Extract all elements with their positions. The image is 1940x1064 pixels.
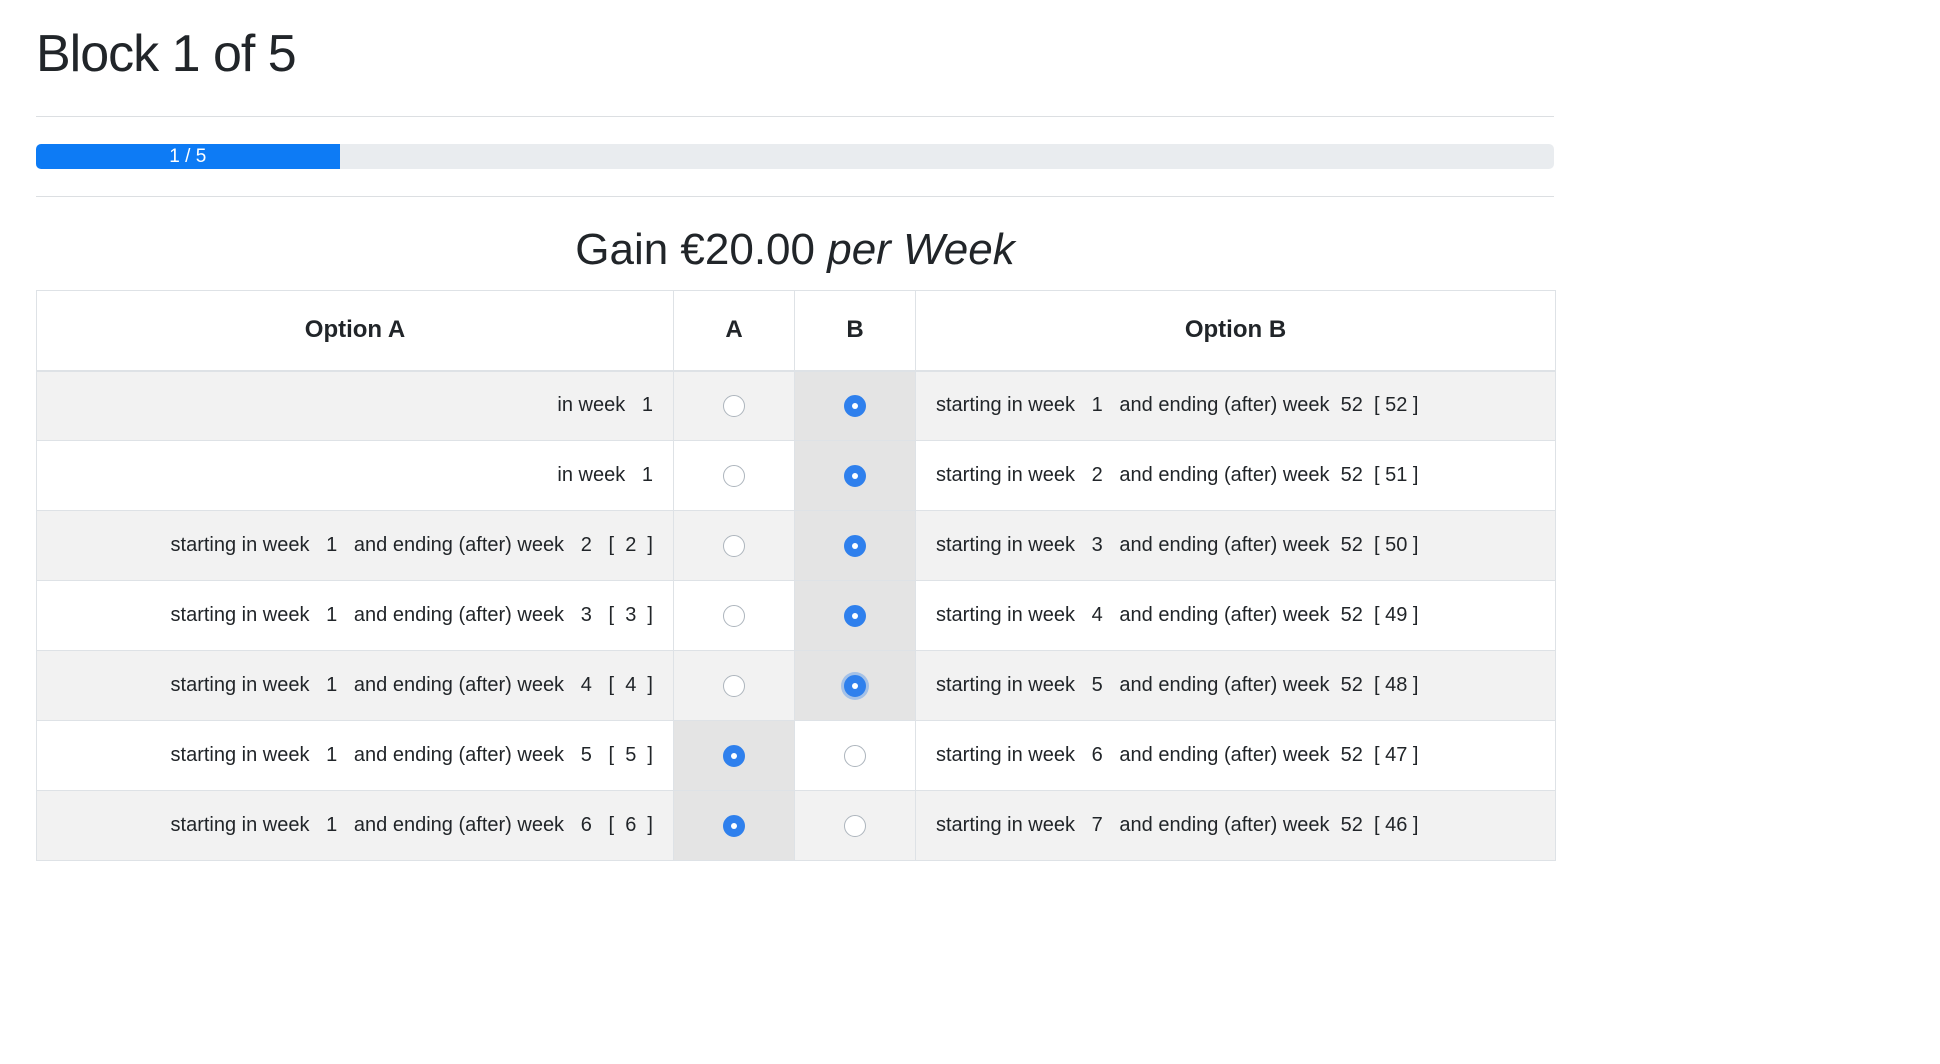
radio-a[interactable] (723, 464, 745, 487)
choice-cell-a[interactable] (673, 790, 795, 861)
option-b-text: starting in week 7 and ending (after) we… (915, 790, 1556, 861)
page-title: Block 1 of 5 (36, 25, 297, 83)
choice-cell-a[interactable] (673, 580, 795, 651)
radio-b[interactable] (844, 394, 866, 417)
gain-heading: Gain €20.00 per Week (36, 222, 1554, 278)
radio-a[interactable] (723, 674, 745, 697)
choice-cell-a[interactable] (673, 370, 795, 441)
choice-cell-b[interactable] (794, 440, 916, 511)
choice-cell-a[interactable] (673, 440, 795, 511)
radio-b[interactable] (844, 674, 866, 697)
progress-fill: 1 / 5 (36, 144, 340, 169)
choice-cell-b[interactable] (794, 510, 916, 581)
table-row: starting in week 1 and ending (after) we… (36, 580, 1556, 651)
choice-cell-a[interactable] (673, 650, 795, 721)
option-a-text: starting in week 1 and ending (after) we… (36, 650, 674, 721)
option-b-text: starting in week 2 and ending (after) we… (915, 440, 1556, 511)
radio-b[interactable] (844, 604, 866, 627)
table-row: starting in week 1 and ending (after) we… (36, 720, 1556, 791)
option-b-text: starting in week 4 and ending (after) we… (915, 580, 1556, 651)
choice-cell-b[interactable] (794, 650, 916, 721)
progress-bar: 1 / 5 (36, 144, 1554, 169)
option-b-text: starting in week 5 and ending (after) we… (915, 650, 1556, 721)
table-row: starting in week 1 and ending (after) we… (36, 650, 1556, 721)
table-row: in week 1 starting in week 2 and ending (… (36, 440, 1556, 511)
radio-b[interactable] (844, 814, 866, 837)
option-a-text: starting in week 1 and ending (after) we… (36, 580, 674, 651)
radio-b[interactable] (844, 464, 866, 487)
table-row: starting in week 1 and ending (after) we… (36, 790, 1556, 861)
header-a: A (673, 290, 795, 372)
option-a-text: starting in week 1 and ending (after) we… (36, 720, 674, 791)
table-row: starting in week 1 and ending (after) we… (36, 510, 1556, 581)
table-header-row: Option A A B Option B (36, 290, 1556, 372)
gain-amount: Gain €20.00 (575, 225, 815, 274)
option-a-text: starting in week 1 and ending (after) we… (36, 790, 674, 861)
header-option-a: Option A (36, 290, 674, 372)
option-a-text: in week 1 (36, 440, 674, 511)
option-b-text: starting in week 6 and ending (after) we… (915, 720, 1556, 791)
choice-cell-b[interactable] (794, 370, 916, 441)
choice-cell-b[interactable] (794, 720, 916, 791)
divider (36, 116, 1554, 117)
option-b-text: starting in week 3 and ending (after) we… (915, 510, 1556, 581)
radio-a[interactable] (723, 744, 745, 767)
choice-table: Option A A B Option B in week 1 starting … (36, 290, 1556, 861)
choice-cell-b[interactable] (794, 790, 916, 861)
option-b-text: starting in week 1 and ending (after) we… (915, 370, 1556, 441)
radio-a[interactable] (723, 394, 745, 417)
divider (36, 196, 1554, 197)
header-option-b: Option B (915, 290, 1556, 372)
radio-b[interactable] (844, 534, 866, 557)
option-a-text: starting in week 1 and ending (after) we… (36, 510, 674, 581)
choice-cell-a[interactable] (673, 720, 795, 791)
radio-a[interactable] (723, 534, 745, 557)
radio-b[interactable] (844, 744, 866, 767)
radio-a[interactable] (723, 814, 745, 837)
gain-period: per Week (827, 225, 1015, 274)
choice-cell-a[interactable] (673, 510, 795, 581)
radio-a[interactable] (723, 604, 745, 627)
table-row: in week 1 starting in week 1 and ending (… (36, 370, 1556, 441)
header-b: B (794, 290, 916, 372)
option-a-text: in week 1 (36, 370, 674, 441)
choice-cell-b[interactable] (794, 580, 916, 651)
